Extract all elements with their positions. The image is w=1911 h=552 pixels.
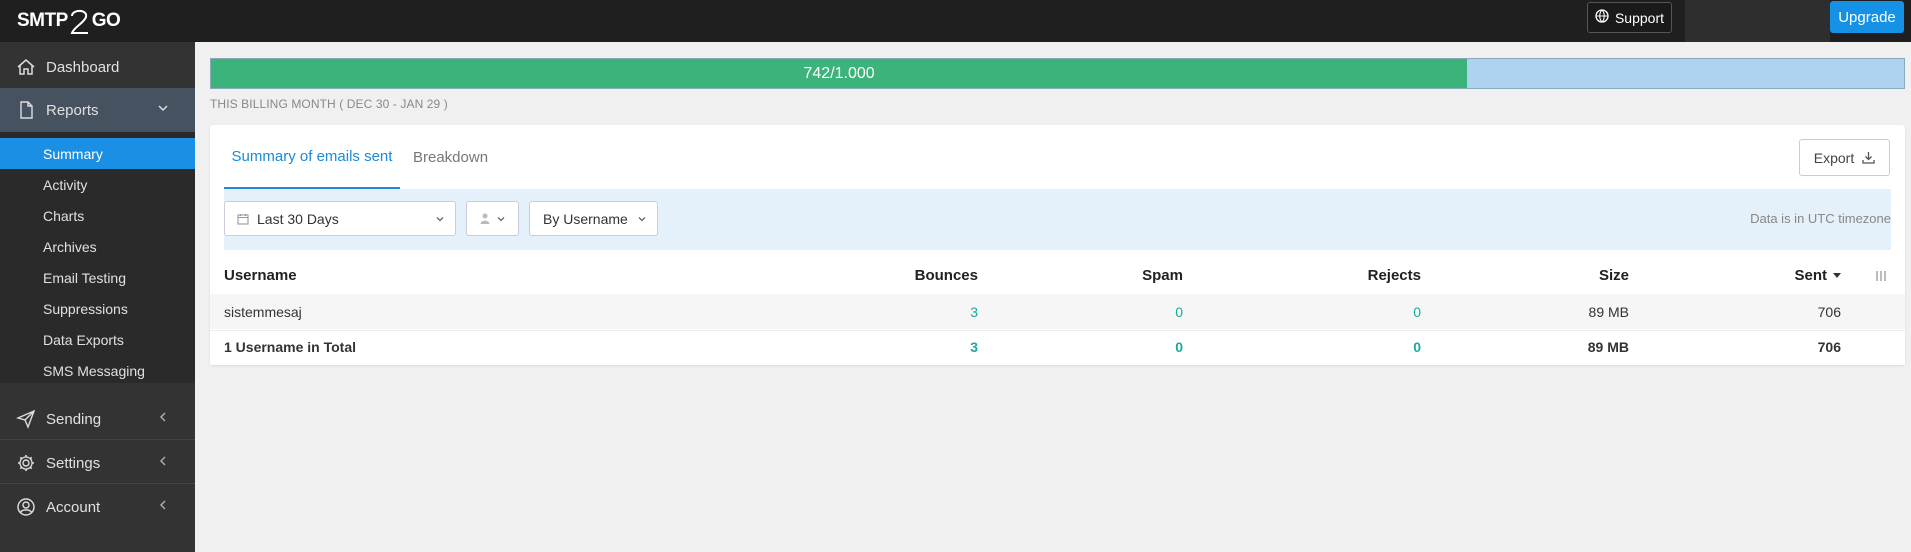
usage-progress-fill: 742/1.000	[211, 59, 1468, 88]
user-filter-select[interactable]	[466, 201, 519, 236]
sidebar-subitem-summary[interactable]: Summary	[0, 138, 195, 169]
sidebar-subitem-sms-messaging[interactable]: SMS Messaging	[0, 355, 195, 386]
column-header-rejects[interactable]: Rejects	[1368, 267, 1421, 284]
sidebar-subitem-charts[interactable]: Charts	[0, 200, 195, 231]
table-total-row	[210, 330, 1905, 365]
paper-plane-icon	[16, 409, 36, 429]
total-bounces: 3	[970, 339, 978, 355]
chevron-left-icon	[159, 412, 166, 422]
sidebar-item-sending[interactable]: Sending	[0, 397, 195, 441]
sidebar-divider	[0, 439, 195, 440]
chevron-down-icon	[497, 216, 504, 221]
top-bar: SMTP GO Support Upgrade	[0, 0, 1911, 42]
sidebar-subitem-data-exports[interactable]: Data Exports	[0, 324, 195, 355]
gear-icon	[18, 455, 34, 471]
chevron-down-icon	[638, 217, 646, 222]
calendar-icon	[237, 213, 249, 225]
sidebar: Dashboard Reports Summary Activity Chart…	[0, 42, 195, 552]
total-username: 1 Username in Total	[224, 339, 357, 355]
chevron-down-icon	[436, 217, 444, 222]
timezone-note: Data is in UTC timezone	[1750, 211, 1891, 226]
group-by-select[interactable]: By Username	[529, 201, 658, 236]
sidebar-subitem-archives[interactable]: Archives	[0, 231, 195, 262]
chevron-left-icon	[159, 500, 166, 510]
usage-label: 742/1.000	[803, 64, 875, 82]
chevron-left-icon	[159, 456, 166, 466]
cell-rejects[interactable]: 0	[1413, 304, 1421, 320]
document-icon	[20, 101, 33, 119]
cell-username: sistemmesaj	[224, 304, 302, 320]
sidebar-subitem-email-testing[interactable]: Email Testing	[0, 262, 195, 293]
sidebar-item-reports[interactable]: Reports	[0, 88, 195, 132]
logo-two-mark	[68, 7, 92, 35]
cell-spam[interactable]: 0	[1175, 304, 1183, 320]
billing-period: THIS BILLING MONTH ( DEC 30 - JAN 29 )	[210, 97, 448, 111]
home-icon	[17, 59, 35, 75]
usage-progress-bar: 742/1.000	[210, 58, 1905, 89]
column-header-username[interactable]: Username	[224, 267, 297, 284]
user-menu[interactable]	[1685, 0, 1830, 42]
filter-bar: Last 30 Days By Username Data is in UTC …	[224, 189, 1891, 250]
total-spam: 0	[1175, 339, 1183, 355]
column-header-size[interactable]: Size	[1599, 267, 1629, 284]
sidebar-subitem-activity[interactable]: Activity	[0, 169, 195, 200]
sort-desc-icon	[1833, 272, 1841, 278]
sidebar-item-dashboard[interactable]: Dashboard	[0, 45, 195, 89]
date-range-select[interactable]: Last 30 Days	[224, 201, 456, 236]
chevron-down-icon	[158, 105, 168, 112]
support-button[interactable]: Support	[1587, 2, 1672, 33]
sidebar-item-account[interactable]: Account	[0, 485, 195, 529]
upgrade-button[interactable]: Upgrade	[1830, 1, 1904, 33]
total-sent: 706	[1817, 339, 1841, 355]
tab-breakdown[interactable]: Breakdown	[413, 125, 488, 189]
globe-icon	[1595, 9, 1609, 26]
column-header-spam[interactable]: Spam	[1142, 267, 1183, 284]
total-rejects: 0	[1413, 339, 1421, 355]
cell-sent: 706	[1817, 304, 1841, 320]
user-icon	[480, 213, 489, 224]
sidebar-divider	[0, 483, 195, 484]
logo[interactable]: SMTP GO	[17, 6, 121, 36]
column-header-bounces[interactable]: Bounces	[915, 267, 978, 284]
export-button[interactable]: Export	[1799, 139, 1890, 176]
summary-card: Summary of emails sent Breakdown Export …	[210, 125, 1905, 365]
sidebar-item-settings[interactable]: Settings	[0, 441, 195, 485]
reports-submenu: Summary Activity Charts Archives Email T…	[0, 132, 195, 383]
sidebar-subitem-suppressions[interactable]: Suppressions	[0, 293, 195, 324]
user-circle-icon	[17, 498, 35, 516]
cell-bounces[interactable]: 3	[970, 304, 978, 320]
table-row	[210, 294, 1905, 329]
download-icon	[1862, 152, 1875, 164]
total-size: 89 MB	[1587, 339, 1629, 355]
column-header-sent[interactable]: Sent	[1794, 267, 1841, 284]
tab-summary-of-emails-sent[interactable]: Summary of emails sent	[224, 125, 400, 189]
column-settings-icon[interactable]	[1875, 269, 1887, 286]
cell-size: 89 MB	[1588, 304, 1629, 320]
